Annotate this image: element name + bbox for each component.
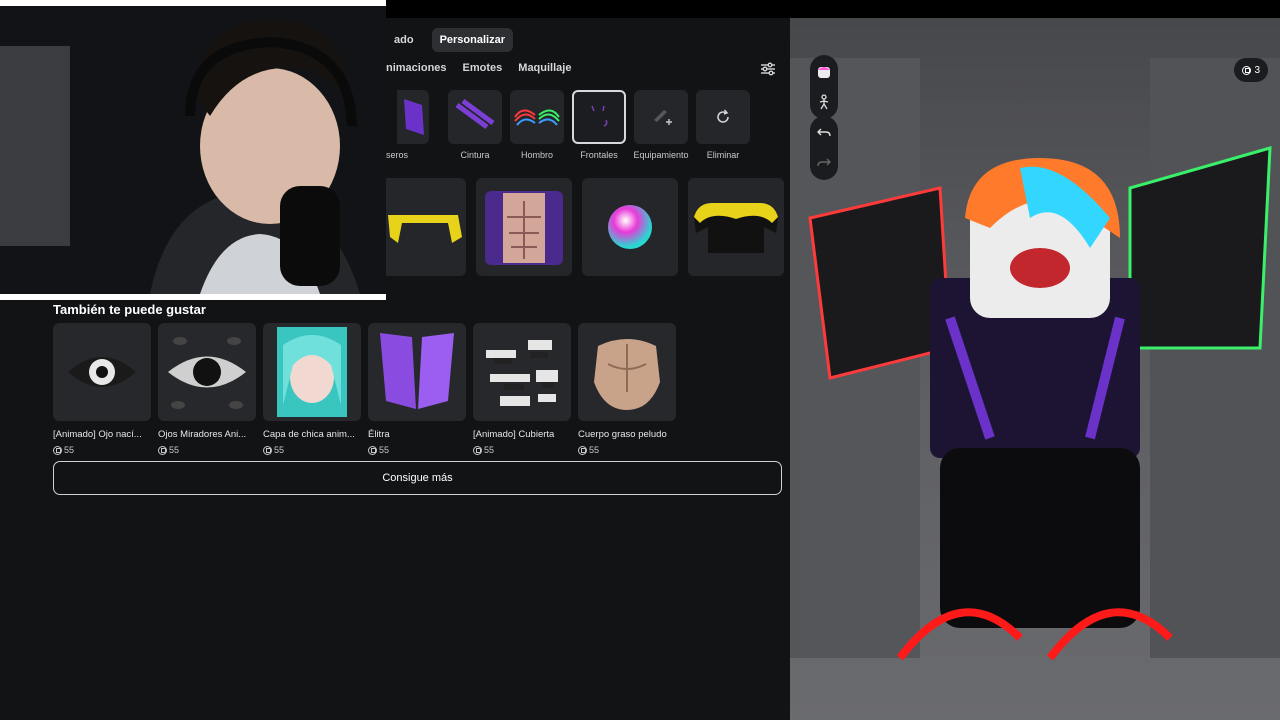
item-price: 55 — [263, 445, 361, 455]
robux-count-badge[interactable]: 3 — [1234, 58, 1268, 82]
robux-icon — [263, 445, 272, 455]
price-value: 55 — [589, 445, 600, 455]
recommendations-list: [Animado] Ojo nací... 55 Ojos Miradores … — [53, 323, 676, 455]
list-item[interactable]: Ojos Miradores Ani... 55 — [158, 323, 256, 455]
avatar-viewport[interactable]: 3 — [790, 18, 1280, 720]
item-muscle-torso[interactable] — [476, 178, 572, 276]
item-price: 55 — [158, 445, 256, 455]
category-thumbnail — [448, 90, 502, 144]
item-yellow-black-top[interactable] — [688, 178, 784, 276]
tab-emotes[interactable]: Emotes — [463, 62, 503, 74]
item-price: 55 — [53, 445, 151, 455]
category-cintura[interactable]: Cintura — [448, 90, 502, 160]
filter-icon[interactable] — [760, 62, 776, 76]
reset-icon — [717, 109, 729, 123]
robux-icon — [473, 445, 482, 455]
sub-tabs: nimaciones Emotes Maquillaje — [386, 62, 571, 74]
list-item[interactable]: Capa de chica anim... 55 — [263, 323, 361, 455]
robux-icon — [158, 445, 167, 455]
item-name: [Animado] Cubierta — [473, 429, 555, 440]
category-thumbnail — [397, 90, 429, 144]
count-value: 3 — [1254, 64, 1260, 76]
category-thumbnail — [634, 90, 688, 144]
item-price: 55 — [368, 445, 466, 455]
section-title: También te puede gustar — [53, 302, 206, 317]
item-rainbow-orb[interactable] — [582, 178, 678, 276]
robux-icon — [1242, 65, 1252, 75]
category-thumbnail — [696, 90, 750, 144]
category-eliminar[interactable]: Eliminar — [696, 90, 750, 160]
category-equipamiento[interactable]: Equipamiento — [633, 90, 689, 160]
category-label: Hombro — [520, 150, 553, 160]
list-item[interactable]: Cuerpo graso peludo 55 — [578, 323, 676, 455]
category-label: Eliminar — [706, 150, 740, 160]
sword-plus-icon — [654, 110, 672, 125]
viewport-toolbar — [810, 55, 838, 119]
item-price: 55 — [578, 445, 676, 455]
price-value: 55 — [274, 445, 285, 455]
category-label: seros — [386, 150, 409, 160]
list-item[interactable]: Élitra 55 — [368, 323, 466, 455]
price-value: 55 — [64, 445, 75, 455]
item-thumbnail — [263, 323, 361, 421]
item-thumbnail — [158, 323, 256, 421]
category-traseros[interactable]: seros — [386, 90, 440, 160]
category-row: seros Cintura Hombro Frontales Equipamie… — [386, 90, 750, 160]
category-thumbnail — [572, 90, 626, 144]
list-item[interactable]: [Animado] Ojo nací... 55 — [53, 323, 151, 455]
undo-icon[interactable] — [813, 120, 835, 146]
item-name: Ojos Miradores Ani... — [158, 429, 247, 440]
tab-animaciones[interactable]: nimaciones — [386, 62, 447, 74]
get-more-button[interactable]: Consigue más — [53, 461, 782, 495]
category-label: Cintura — [460, 150, 490, 160]
price-value: 55 — [169, 445, 180, 455]
redo-icon[interactable] — [813, 150, 835, 176]
tab-personalizar[interactable]: Personalizar — [431, 28, 513, 52]
category-label: Equipamiento — [633, 150, 689, 160]
list-item[interactable]: [Animado] Cubierta 55 — [473, 323, 571, 455]
item-thumbnail — [53, 323, 151, 421]
streamer-video — [0, 6, 386, 294]
item-price: 55 — [473, 445, 571, 455]
history-toolbar — [810, 116, 838, 180]
webcam-overlay — [0, 0, 386, 300]
equipped-items-row — [386, 178, 784, 276]
price-value: 55 — [379, 445, 390, 455]
price-value: 55 — [484, 445, 495, 455]
tab-equipado[interactable]: ado — [386, 28, 422, 52]
category-thumbnail — [510, 90, 564, 144]
category-hombro[interactable]: Hombro — [510, 90, 564, 160]
item-name: Cuerpo graso peludo — [578, 429, 667, 440]
item-thumbnail — [368, 323, 466, 421]
app-root: ado Personalizar nimaciones Emotes Maqui… — [0, 0, 1280, 720]
avatar-preview — [790, 58, 1280, 661]
category-frontales[interactable]: Frontales — [572, 90, 626, 160]
robux-icon — [578, 445, 587, 455]
item-name: Capa de chica anim... — [263, 429, 355, 440]
top-tabs: ado Personalizar — [386, 28, 513, 52]
item-name: [Animado] Ojo nací... — [53, 429, 142, 440]
robux-icon — [368, 445, 377, 455]
tab-maquillaje[interactable]: Maquillaje — [518, 62, 571, 74]
robux-icon — [53, 445, 62, 455]
item-yellow-fangs[interactable] — [386, 178, 466, 276]
item-name: Élitra — [368, 429, 390, 440]
category-label: Frontales — [580, 150, 618, 160]
avatar-head-icon[interactable] — [813, 59, 835, 85]
pose-icon[interactable] — [813, 89, 835, 115]
item-thumbnail — [473, 323, 571, 421]
item-thumbnail — [578, 323, 676, 421]
